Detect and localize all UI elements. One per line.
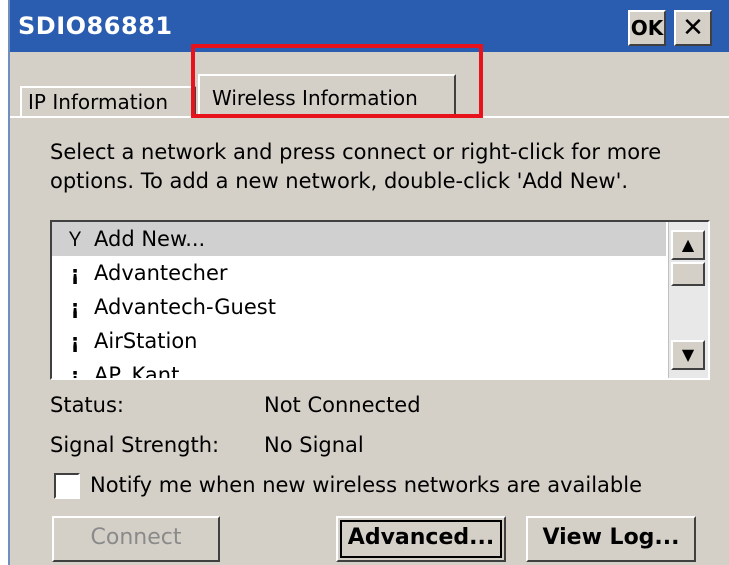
connect-button[interactable]: Connect: [52, 516, 220, 562]
network-icon: ¡: [70, 261, 80, 285]
network-item-label: Advantecher: [94, 261, 228, 285]
network-item-label: Add New...: [94, 227, 206, 251]
highlight-annotation: [191, 44, 483, 118]
signal-strength-value: No Signal: [264, 433, 364, 457]
network-item[interactable]: ¡ AP_Kant: [52, 358, 666, 378]
notify-checkbox-label[interactable]: Notify me when new wireless networks are…: [90, 473, 642, 497]
scroll-thumb[interactable]: [671, 262, 705, 286]
network-item[interactable]: ¡ Advantech-Guest: [52, 290, 666, 324]
ok-button[interactable]: OK: [628, 10, 666, 46]
tab-ip-information[interactable]: IP Information: [20, 86, 196, 116]
advanced-button[interactable]: Advanced...: [336, 516, 506, 562]
network-item[interactable]: ¡ AirStation: [52, 324, 666, 358]
network-item[interactable]: ¡ Advantecher: [52, 256, 666, 290]
network-icon: ¡: [70, 329, 80, 353]
network-list: Ｙ Add New... ¡ Advantecher ¡ Advantech-G…: [52, 222, 666, 378]
instructions-text: Select a network and press connect or ri…: [50, 140, 662, 193]
close-button[interactable]: ✕: [674, 10, 712, 46]
network-icon: ¡: [70, 295, 80, 319]
scroll-up-icon[interactable]: ▲: [671, 230, 705, 260]
network-item-label: AP_Kant: [94, 363, 180, 378]
signal-strength-label: Signal Strength:: [50, 433, 220, 457]
view-log-button[interactable]: View Log...: [526, 516, 696, 562]
network-listbox[interactable]: Ｙ Add New... ¡ Advantecher ¡ Advantech-G…: [50, 220, 710, 380]
network-item-label: AirStation: [94, 329, 198, 353]
network-item-add-new[interactable]: Ｙ Add New...: [52, 222, 666, 256]
network-item-label: Advantech-Guest: [94, 295, 276, 319]
status-label: Status:: [50, 393, 124, 417]
window-title: SDIO86881: [18, 12, 173, 40]
list-scrollbar[interactable]: ▲ ▼: [668, 222, 708, 378]
network-icon: ¡: [70, 363, 80, 378]
antenna-icon: Ｙ: [65, 227, 85, 251]
background-strip: [0, 0, 10, 565]
scroll-down-icon[interactable]: ▼: [671, 340, 705, 370]
notify-checkbox[interactable]: [54, 473, 80, 499]
status-value: Not Connected: [264, 393, 421, 417]
